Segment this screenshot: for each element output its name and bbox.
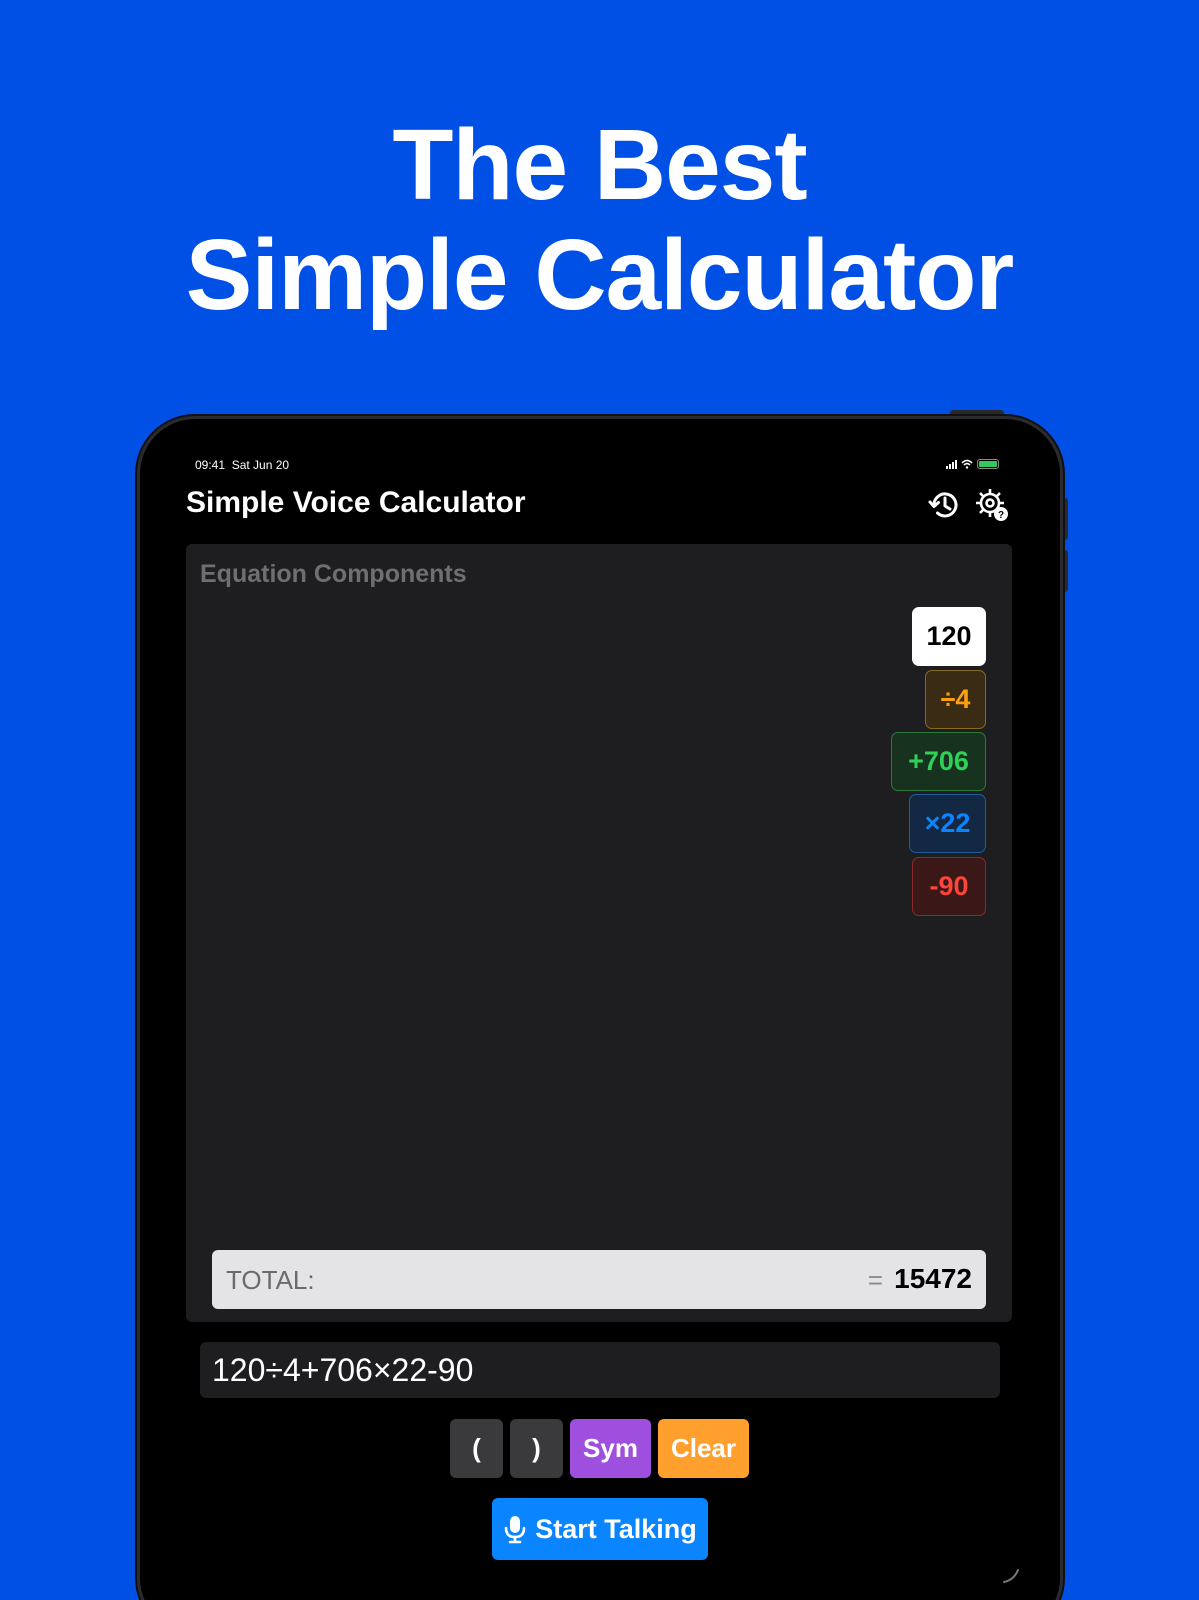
sym-button[interactable]: Sym	[570, 1419, 651, 1478]
total-label: TOTAL:	[226, 1265, 315, 1295]
total-value: 15472	[894, 1263, 972, 1294]
total-equals-sign: =	[867, 1265, 883, 1295]
chip-add[interactable]: +706	[891, 732, 986, 791]
battery-icon	[977, 459, 999, 469]
close-paren-button[interactable]: )	[510, 1419, 563, 1478]
headline-line-2: Simple Calculator	[185, 219, 1015, 331]
status-bar-time: 09:41 Sat Jun 20	[195, 458, 289, 472]
status-bar-icons	[946, 459, 999, 469]
chip-multiply[interactable]: ×22	[909, 794, 986, 853]
status-date: Sat Jun 20	[231, 458, 290, 472]
panel-title: Equation Components	[200, 560, 467, 588]
start-talking-label: Start Talking	[535, 1513, 697, 1544]
history-clock-icon[interactable]	[926, 486, 964, 524]
microphone-icon	[504, 1516, 526, 1544]
cellular-signal-icon	[946, 459, 957, 469]
headline: The Best Simple Calculator	[0, 110, 1199, 330]
chip-number[interactable]: 120	[912, 607, 986, 666]
status-time: 09:41	[195, 458, 226, 472]
chip-divide[interactable]: ÷4	[925, 670, 986, 729]
clear-button[interactable]: Clear	[658, 1419, 749, 1478]
wifi-icon	[961, 459, 973, 469]
open-paren-button[interactable]: (	[450, 1419, 503, 1478]
chip-subtract[interactable]: -90	[912, 857, 986, 916]
device-volume-down-button	[1063, 550, 1068, 592]
equation-components-panel: Equation Components 120 ÷4 +706 ×22 -90 …	[186, 544, 1012, 1322]
start-talking-button[interactable]: Start Talking	[492, 1498, 708, 1560]
total-bar: TOTAL: = 15472	[212, 1250, 986, 1309]
settings-help-gear-icon[interactable]: ?	[973, 486, 1011, 524]
equation-input[interactable]: 120÷4+706×22-90	[200, 1342, 1000, 1398]
svg-text:?: ?	[998, 510, 1004, 521]
app-title: Simple Voice Calculator	[186, 486, 526, 519]
device-volume-up-button	[1063, 498, 1068, 540]
headline-line-1: The Best	[392, 109, 807, 221]
resize-corner-indicator	[1003, 1569, 1019, 1583]
